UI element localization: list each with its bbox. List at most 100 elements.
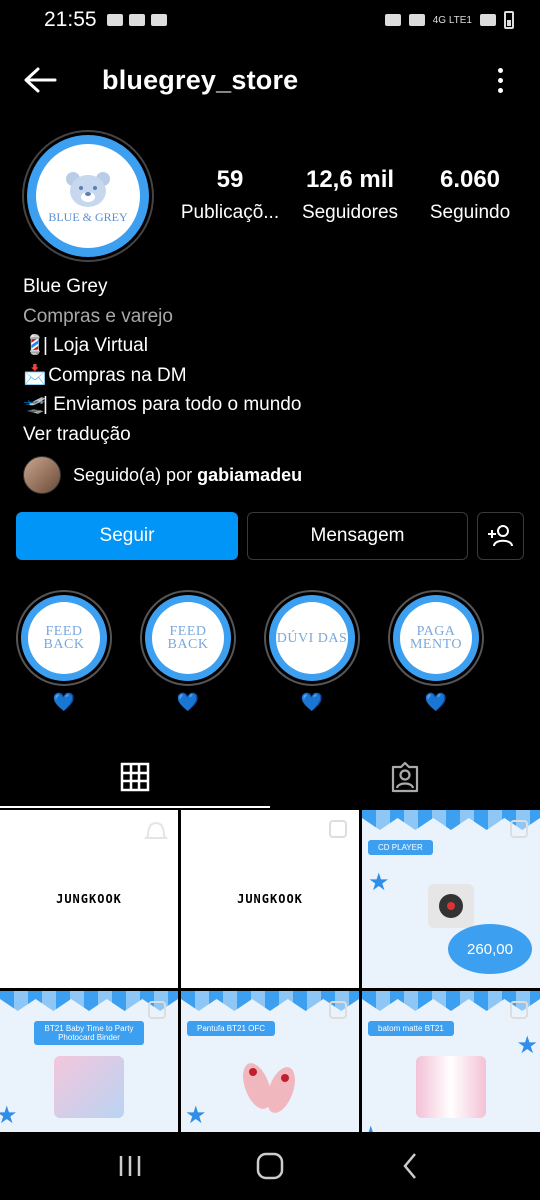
cd-player-image xyxy=(428,884,474,929)
profile-bio: Blue Grey Compras e varejo 💈| Loja Virtu… xyxy=(23,272,523,449)
post-text: JUNGKOOK xyxy=(56,892,122,906)
avatar-logo: BLUE & GREY xyxy=(36,144,140,248)
status-bar: 21:55 4G LTE1 xyxy=(0,0,540,40)
chevron-left-icon xyxy=(403,1153,416,1179)
stat-followers[interactable]: 12,6 mil Seguidores xyxy=(290,166,410,224)
more-dot-icon xyxy=(497,87,503,93)
suggested-users-button[interactable] xyxy=(477,512,524,560)
stat-posts-label: Publicaçõ... xyxy=(180,202,280,223)
highlight-cover-text: FEED BACK xyxy=(152,602,224,674)
bio-line: 💈| Loja Virtual xyxy=(23,331,523,361)
stat-posts-value: 59 xyxy=(216,166,244,193)
stat-followers-value: 12,6 mil xyxy=(305,166,395,193)
blue-heart-icon: 💙 xyxy=(300,692,324,712)
blue-heart-icon: 💙 xyxy=(52,692,76,712)
lipstick-set-image xyxy=(416,1056,486,1119)
highlight-item[interactable]: FEED BACK 💙 xyxy=(16,590,112,713)
tagged-person-icon xyxy=(391,761,419,793)
recent-apps-icon xyxy=(119,1156,141,1176)
add-user-icon xyxy=(487,525,513,547)
notification-icon xyxy=(106,14,123,26)
product-tag: BT21 Baby Time to Party Photocard Binder xyxy=(34,1021,144,1045)
profile-avatar[interactable]: BLUE & GREY xyxy=(22,130,154,262)
highlight-cover-text: PAGA MENTO xyxy=(400,602,472,674)
blue-heart-icon: 💙 xyxy=(176,692,200,712)
highlight-item[interactable]: DÚVI DAS 💙 xyxy=(264,590,360,713)
profile-username: bluegrey_store xyxy=(102,64,299,95)
more-dot-icon xyxy=(497,77,503,83)
product-price: 260,00 xyxy=(448,924,532,974)
back-button[interactable] xyxy=(20,60,60,100)
stat-following[interactable]: 6.060 Seguindo xyxy=(410,166,530,224)
product-tag: CD PLAYER xyxy=(368,840,433,855)
multi-post-icon xyxy=(510,820,528,838)
mute-icon xyxy=(384,14,401,26)
avatar-blue-border: BLUE & GREY xyxy=(27,135,149,257)
video-icon xyxy=(128,14,145,26)
more-options-button[interactable] xyxy=(490,60,510,100)
wifi-icon xyxy=(408,14,425,26)
stat-following-value: 6.060 xyxy=(439,166,501,193)
stat-following-label: Seguindo xyxy=(429,202,511,223)
tab-posts-grid[interactable] xyxy=(0,746,270,808)
signal-icon xyxy=(480,14,496,26)
follow-button[interactable]: Seguir xyxy=(16,512,238,560)
bio-line: 🛫| Enviamos para todo o mundo xyxy=(23,390,523,420)
status-notification-icons xyxy=(106,14,167,26)
profile-name: Blue Grey xyxy=(23,276,108,297)
post-text: JUNGKOOK xyxy=(237,892,303,906)
post-thumbnail[interactable]: JUNGKOOK xyxy=(0,810,178,988)
bio-line-text: Compras na DM xyxy=(48,364,187,386)
profile-header: bluegrey_store xyxy=(0,48,540,112)
multi-post-icon xyxy=(148,1001,166,1019)
post-thumbnail[interactable]: CD PLAYER 260,00 ★ xyxy=(362,810,540,988)
disc-icon xyxy=(439,894,463,919)
avatar-logo-text: BLUE & GREY xyxy=(48,210,128,224)
back-nav-button[interactable] xyxy=(380,1136,440,1196)
envelope-icon: 📩 xyxy=(23,364,47,386)
bio-line-text: | Loja Virtual xyxy=(43,335,148,356)
product-tag: Pantufa BT21 OFC xyxy=(187,1021,276,1036)
notification-bell-icon xyxy=(144,821,168,839)
battery-icon xyxy=(504,11,514,29)
story-highlights: FEED BACK 💙 FEED BACK 💙 DÚVI DAS 💙 PAGA … xyxy=(16,590,484,713)
system-navigation-bar xyxy=(0,1132,540,1200)
blue-heart-icon: 💙 xyxy=(424,692,448,712)
followed-by-text: Seguido(a) por gabiamadeu xyxy=(73,465,302,486)
follower-avatar xyxy=(23,456,61,494)
home-button[interactable] xyxy=(240,1136,300,1196)
post-grid: JUNGKOOK JUNGKOOK CD PLAYER 260,00 ★ BT2… xyxy=(0,810,540,1169)
stat-followers-label: Seguidores xyxy=(301,202,399,223)
barber-pole-icon: 💈 xyxy=(23,335,47,356)
status-system-icons: 4G LTE1 xyxy=(384,11,514,29)
highlight-item[interactable]: FEED BACK 💙 xyxy=(140,590,236,713)
profile-category: Compras e varejo xyxy=(23,305,173,327)
star-icon: ★ xyxy=(516,1032,538,1059)
multi-post-icon xyxy=(329,820,347,838)
highlight-cover-border: FEED BACK xyxy=(145,595,231,681)
followed-by[interactable]: Seguido(a) por gabiamadeu xyxy=(23,456,302,494)
see-translation-link[interactable]: Ver tradução xyxy=(23,420,523,450)
profile-stats: 59 Publicaçõ... 12,6 mil Seguidores 6.06… xyxy=(170,166,530,224)
message-button[interactable]: Mensagem xyxy=(247,512,468,560)
star-icon: ★ xyxy=(368,869,390,896)
highlight-cover-ring: FEED BACK xyxy=(16,590,112,686)
home-icon xyxy=(256,1152,284,1180)
post-thumbnail[interactable]: JUNGKOOK xyxy=(181,810,359,988)
highlight-cover-text: DÚVI DAS xyxy=(276,602,348,674)
network-label: 4G LTE1 xyxy=(432,14,472,26)
bio-line-text: | Enviamos para todo o mundo xyxy=(43,394,302,415)
bear-icon xyxy=(66,172,110,207)
bio-line: 📩 Compras na DM xyxy=(23,361,523,391)
profile-actions: Seguir Mensagem xyxy=(16,512,524,560)
tab-tagged[interactable] xyxy=(270,746,540,808)
recent-apps-button[interactable] xyxy=(100,1136,160,1196)
more-dot-icon xyxy=(497,67,503,73)
profile-tabs xyxy=(0,746,540,808)
video-icon-2 xyxy=(150,14,167,26)
highlight-item[interactable]: PAGA MENTO 💙 xyxy=(388,590,484,713)
airplane-icon: 🛫 xyxy=(23,394,47,415)
slippers-image xyxy=(235,1056,305,1118)
highlight-cover-ring: FEED BACK xyxy=(140,590,236,686)
stat-posts[interactable]: 59 Publicaçõ... xyxy=(170,166,290,224)
